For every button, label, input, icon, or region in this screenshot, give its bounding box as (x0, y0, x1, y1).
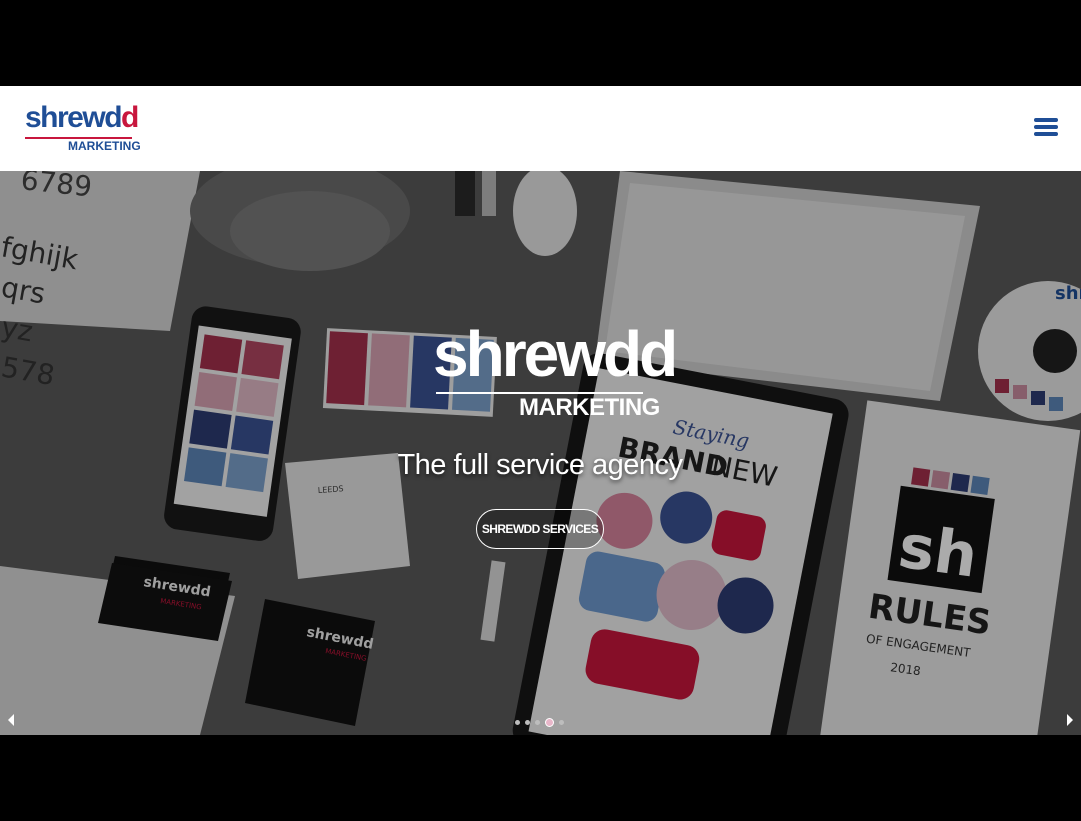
slider-dot[interactable] (535, 719, 540, 725)
site-logo[interactable]: shrewdd MARKETING (25, 101, 141, 153)
shrewdd-services-button[interactable]: SHREWDD SERVICES (476, 509, 604, 549)
slider-dot-active[interactable] (545, 717, 554, 727)
hero-slider: 6789 fghijk qrs yz 578 shr (0, 171, 1081, 735)
slider-dot[interactable] (515, 719, 520, 725)
logo-subtitle: MARKETING (68, 139, 141, 153)
slider-dot[interactable] (559, 719, 564, 725)
logo-wordmark: shrewdd (25, 101, 139, 134)
hero-logo: shrewdd MARKETING (433, 319, 678, 421)
hero-logo-subtitle: MARKETING (519, 394, 660, 421)
site-header (0, 86, 1081, 171)
hero-tagline: The full service agency (397, 449, 683, 481)
hamburger-menu-icon[interactable] (1032, 116, 1058, 138)
hero-logo-wordmark: shrewdd (433, 318, 678, 390)
slider-pagination (515, 717, 564, 727)
caret-left-icon[interactable] (5, 710, 17, 730)
caret-right-icon[interactable] (1064, 710, 1076, 730)
slider-dot[interactable] (525, 719, 530, 725)
